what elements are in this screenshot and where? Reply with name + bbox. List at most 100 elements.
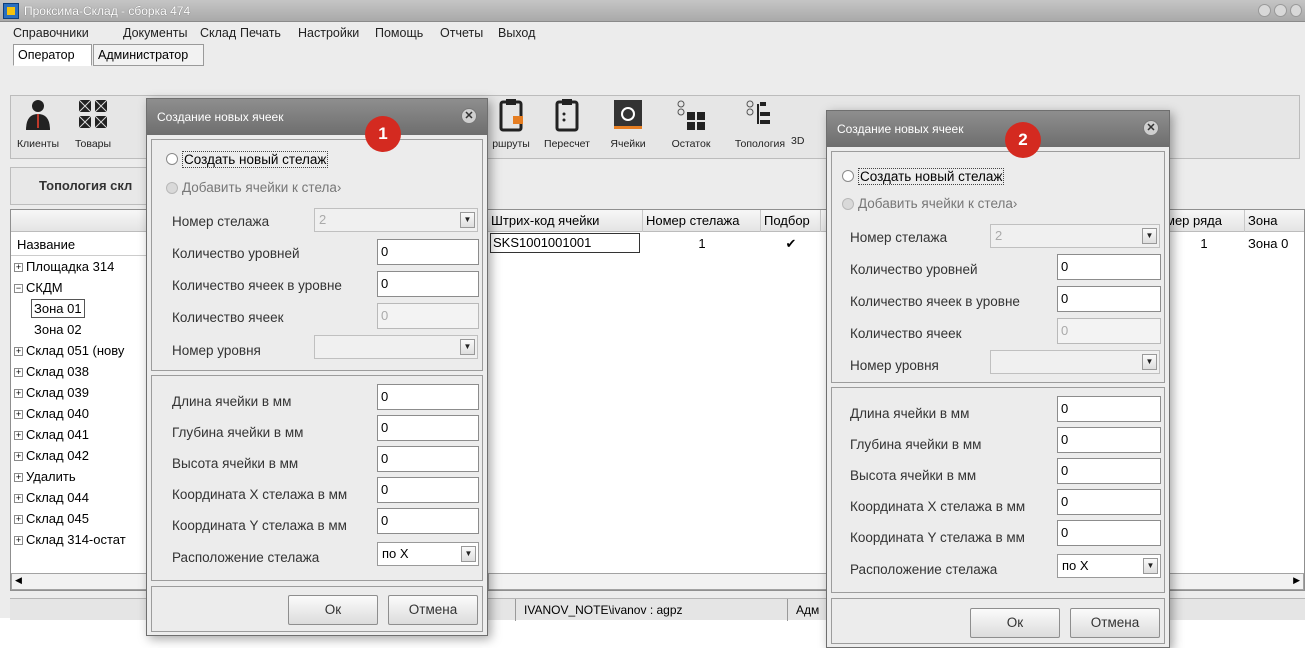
placement-select[interactable]: по X ▼ bbox=[377, 542, 479, 566]
cells-per-level-input[interactable]: 0 bbox=[377, 271, 479, 297]
length-input[interactable]: 0 bbox=[1057, 396, 1161, 422]
close-icon[interactable] bbox=[1290, 4, 1302, 17]
col-zone[interactable]: Зона bbox=[1245, 210, 1304, 232]
length-input[interactable]: 0 bbox=[377, 384, 479, 410]
menu-help[interactable]: Помощь bbox=[375, 26, 423, 40]
toolbar-goods[interactable]: Товары bbox=[71, 98, 115, 150]
col-rack-number[interactable]: Номер стелажа bbox=[643, 210, 761, 232]
radio-add-cells-label[interactable]: Добавить ячейки к стела› bbox=[858, 196, 1017, 211]
toolbar-recount[interactable]: Пересчет bbox=[541, 98, 593, 150]
coord-y-input[interactable]: 0 bbox=[1057, 520, 1161, 546]
dropdown-arrow-icon[interactable]: ▼ bbox=[1142, 228, 1157, 244]
levels-input[interactable]: 0 bbox=[377, 239, 479, 265]
tree-item[interactable]: + Склад 041 bbox=[11, 424, 149, 445]
coord-y-input[interactable]: 0 bbox=[377, 508, 479, 534]
menu-print[interactable]: Печать bbox=[240, 26, 281, 40]
radio-add-cells-label[interactable]: Добавить ячейки к стела› bbox=[182, 180, 341, 195]
expand-icon[interactable]: + bbox=[14, 263, 23, 273]
dialog-close-icon[interactable]: ✕ bbox=[461, 108, 477, 124]
expand-icon[interactable]: + bbox=[14, 410, 23, 420]
expand-icon[interactable]: + bbox=[14, 515, 23, 525]
cancel-button[interactable]: Отмена bbox=[388, 595, 478, 625]
label-level-number: Номер уровня bbox=[850, 358, 939, 373]
tree-item[interactable]: + Склад 040 bbox=[11, 403, 149, 424]
dialog-close-icon[interactable]: ✕ bbox=[1143, 120, 1159, 136]
menu-warehouse[interactable]: Склад bbox=[200, 26, 236, 40]
maximize-icon[interactable] bbox=[1274, 4, 1287, 17]
tree-horizontal-scrollbar[interactable]: ◀ bbox=[11, 573, 149, 590]
cancel-button[interactable]: Отмена bbox=[1070, 608, 1160, 638]
ok-button[interactable]: Ок bbox=[288, 595, 378, 625]
expand-icon[interactable]: + bbox=[14, 494, 23, 504]
cell-pick-checkbox[interactable]: ✔ bbox=[761, 233, 821, 254]
levels-input[interactable]: 0 bbox=[1057, 254, 1161, 280]
level-number-select[interactable]: ▼ bbox=[314, 335, 478, 359]
radio-new-rack[interactable] bbox=[166, 153, 178, 165]
tab-operator[interactable]: Оператор bbox=[13, 44, 92, 66]
menu-documents[interactable]: Документы bbox=[123, 26, 187, 40]
expand-icon[interactable]: + bbox=[14, 347, 23, 357]
depth-input[interactable]: 0 bbox=[377, 415, 479, 441]
menu-exit[interactable]: Выход bbox=[498, 26, 535, 40]
dropdown-arrow-icon[interactable]: ▼ bbox=[1142, 354, 1157, 370]
menu-reports[interactable]: Отчеты bbox=[440, 26, 483, 40]
expand-icon[interactable]: + bbox=[14, 536, 23, 546]
tree-item[interactable]: + Удалить bbox=[11, 466, 149, 487]
coord-x-input[interactable]: 0 bbox=[377, 477, 479, 503]
tree-item[interactable]: Зона 02 bbox=[11, 319, 149, 340]
cell-barcode[interactable]: SKS1001001001 bbox=[490, 233, 640, 253]
dropdown-arrow-icon[interactable]: ▼ bbox=[460, 212, 475, 228]
tab-administrator[interactable]: Администратор bbox=[93, 44, 204, 66]
coord-x-input[interactable]: 0 bbox=[1057, 489, 1161, 515]
col-barcode[interactable]: Штрих-код ячейки bbox=[488, 210, 643, 232]
height-input[interactable]: 0 bbox=[377, 446, 479, 472]
scroll-right-icon[interactable]: ▶ bbox=[1293, 575, 1300, 586]
cells-input[interactable]: 0 bbox=[1057, 318, 1161, 344]
expand-icon[interactable]: + bbox=[14, 473, 23, 483]
rack-number-select[interactable]: 2 ▼ bbox=[314, 208, 478, 232]
toolbar-topology[interactable]: Топология bbox=[729, 98, 791, 150]
col-pick[interactable]: Подбор bbox=[761, 210, 821, 232]
tree-item[interactable]: + Склад 051 (нову bbox=[11, 340, 149, 361]
scroll-left-icon[interactable]: ◀ bbox=[15, 575, 22, 586]
toolbar-routes[interactable]: ршруты bbox=[486, 98, 536, 150]
dropdown-arrow-icon[interactable]: ▼ bbox=[1143, 558, 1158, 574]
radio-new-rack[interactable] bbox=[842, 170, 854, 182]
tree-item[interactable]: + Склад 045 bbox=[11, 508, 149, 529]
toolbar-cells[interactable]: Ячейки bbox=[608, 98, 648, 150]
tree-item[interactable]: − СКДМ bbox=[11, 277, 149, 298]
dropdown-arrow-icon[interactable]: ▼ bbox=[461, 546, 476, 562]
tree-item[interactable]: + Склад 039 bbox=[11, 382, 149, 403]
level-number-select[interactable]: ▼ bbox=[990, 350, 1160, 374]
toolbar-clients[interactable]: Клиенты bbox=[13, 98, 63, 150]
expand-icon[interactable]: + bbox=[14, 452, 23, 462]
placement-select[interactable]: по X ▼ bbox=[1057, 554, 1161, 578]
toolbar-balance[interactable]: Остаток bbox=[665, 98, 717, 150]
expand-icon[interactable]: + bbox=[14, 431, 23, 441]
menu-directories[interactable]: Справочники bbox=[13, 26, 89, 40]
menu-settings[interactable]: Настройки bbox=[298, 26, 359, 40]
tree-item[interactable]: + Площадка 314 bbox=[11, 256, 149, 277]
dropdown-arrow-icon[interactable]: ▼ bbox=[460, 339, 475, 355]
tree-item-selected[interactable]: Зона 01 bbox=[11, 298, 149, 319]
rack-number-select[interactable]: 2 ▼ bbox=[990, 224, 1160, 248]
radio-add-cells[interactable] bbox=[166, 182, 178, 194]
expand-icon[interactable]: + bbox=[14, 368, 23, 378]
radio-new-rack-label[interactable]: Создать новый стелаж bbox=[858, 168, 1005, 185]
tree-item[interactable]: + Склад 042 bbox=[11, 445, 149, 466]
collapse-icon[interactable]: − bbox=[14, 284, 23, 294]
cells-input[interactable]: 0 bbox=[377, 303, 479, 329]
radio-new-rack-label[interactable]: Создать новый стелаж bbox=[182, 151, 329, 168]
tree-item[interactable]: + Склад 038 bbox=[11, 361, 149, 382]
expand-icon[interactable]: + bbox=[14, 389, 23, 399]
height-input[interactable]: 0 bbox=[1057, 458, 1161, 484]
toolbar-3d[interactable]: 3D bbox=[791, 98, 811, 147]
minimize-icon[interactable] bbox=[1258, 4, 1271, 17]
col-row-number[interactable]: мер ряда bbox=[1163, 210, 1245, 232]
tree-item[interactable]: + Склад 044 bbox=[11, 487, 149, 508]
cells-per-level-input[interactable]: 0 bbox=[1057, 286, 1161, 312]
ok-button[interactable]: Ок bbox=[970, 608, 1060, 638]
tree-item[interactable]: + Склад 314-остат bbox=[11, 529, 149, 550]
depth-input[interactable]: 0 bbox=[1057, 427, 1161, 453]
radio-add-cells[interactable] bbox=[842, 198, 854, 210]
